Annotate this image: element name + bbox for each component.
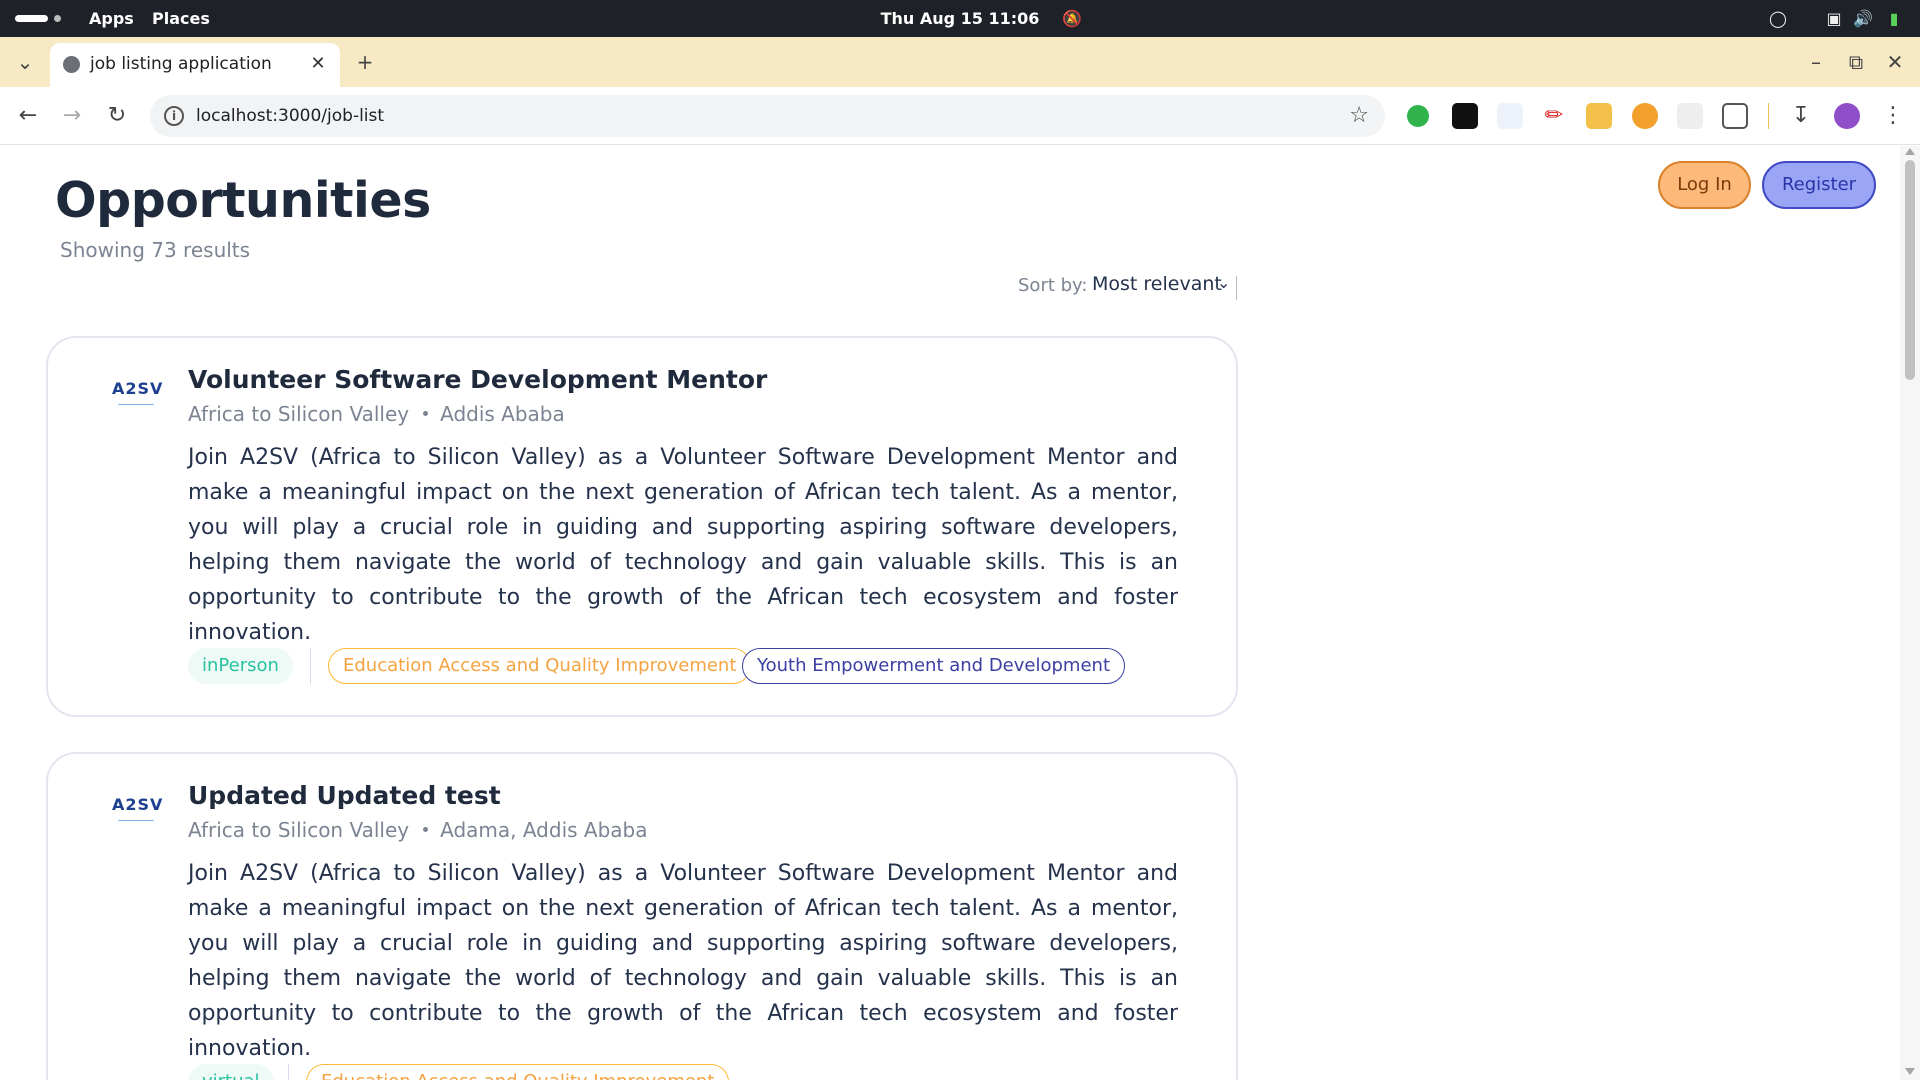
job-title[interactable]: Updated Updated test [188, 781, 501, 810]
extension-highlighter-icon[interactable] [1586, 103, 1612, 129]
job-location: Addis Ababa [440, 402, 565, 426]
site-info-icon[interactable]: i [164, 106, 184, 126]
url-text[interactable]: localhost:3000/job-list [196, 95, 384, 137]
company-name: Africa to Silicon Valley [188, 402, 410, 426]
extension-clock-icon[interactable] [1632, 103, 1658, 129]
job-title[interactable]: Volunteer Software Development Mentor [188, 365, 767, 394]
logo-underline [118, 820, 154, 821]
address-bar[interactable]: i localhost:3000/job-list ☆ [150, 95, 1385, 137]
extension-plus-icon[interactable] [1407, 105, 1429, 127]
category-tag: Youth Empowerment and Development [742, 648, 1125, 684]
scroll-down-icon[interactable] [1905, 1068, 1915, 1075]
tab-title: job listing application [90, 54, 272, 74]
download-icon[interactable]: ↧ [1787, 102, 1815, 130]
extension-gray-icon[interactable] [1677, 103, 1703, 129]
bookmark-star-icon[interactable]: ☆ [1349, 103, 1369, 129]
logo-underline [118, 404, 154, 405]
forward-icon[interactable]: → [58, 102, 86, 130]
extensions-puzzle-icon[interactable] [1722, 103, 1748, 129]
job-description: Join A2SV (Africa to Silicon Valley) as … [188, 445, 1178, 645]
browser-tab[interactable]: job listing application ✕ [50, 43, 340, 87]
new-tab-icon[interactable]: + [352, 49, 378, 75]
browser-menu-icon[interactable]: ⋮ [1879, 102, 1907, 130]
minimize-icon[interactable]: – [1803, 49, 1829, 75]
browser-toolbar: ← → ↻ i localhost:3000/job-list ☆ ✏ ↧ ⋮ [0, 87, 1920, 145]
maximize-icon[interactable]: ⧉ [1843, 49, 1869, 75]
register-button[interactable]: Register [1762, 161, 1876, 209]
sort-label: Sort by: [1018, 275, 1088, 296]
job-meta: Africa to Silicon Valley Addis Ababa [188, 402, 565, 426]
scrollbar-thumb[interactable] [1905, 160, 1915, 380]
job-location: Adama, Addis Ababa [440, 818, 648, 842]
job-card[interactable]: A2SV Volunteer Software Development Ment… [46, 336, 1238, 717]
activities-indicator[interactable] [15, 15, 48, 22]
company-name: Africa to Silicon Valley [188, 818, 410, 842]
screen-icon[interactable]: ▣ [1824, 9, 1844, 29]
back-icon[interactable]: ← [14, 102, 42, 130]
scroll-up-icon[interactable] [1905, 148, 1915, 155]
globe-icon [63, 56, 80, 73]
sort-select[interactable]: Most relevant [1092, 273, 1222, 295]
page-title: Opportunities [55, 172, 431, 229]
close-tab-icon[interactable]: ✕ [306, 52, 330, 76]
result-count: Showing 73 results [60, 238, 251, 262]
profile-avatar[interactable] [1834, 103, 1860, 129]
company-logo: A2SV [112, 795, 164, 814]
chevron-down-icon[interactable]: ⌄ [1217, 273, 1230, 292]
accessibility-icon[interactable]: ◯ [1768, 9, 1788, 29]
notifications-muted-icon: 🔕 [1062, 9, 1082, 28]
system-top-bar: Apps Places Thu Aug 15 11:06 PM 🔕 ◯ ▣ 🔊 … [0, 0, 1920, 65]
page-content: Opportunities Showing 73 results Log In … [0, 146, 1900, 1080]
tag-divider [310, 648, 311, 684]
category-tag: Education Access and Quality Improvement [306, 1064, 730, 1080]
meta-separator [423, 411, 429, 416]
toolbar-divider [1768, 103, 1769, 129]
volume-icon[interactable]: 🔊 [1853, 9, 1873, 29]
sort-divider [1236, 276, 1237, 300]
tag-divider [288, 1064, 289, 1080]
places-menu[interactable]: Places [152, 0, 210, 37]
category-tag: Education Access and Quality Improvement [328, 648, 752, 684]
job-card[interactable]: A2SV Updated Updated test Africa to Sili… [46, 752, 1238, 1080]
close-window-icon[interactable]: ✕ [1882, 49, 1908, 75]
extension-pen-icon[interactable]: ✏ [1541, 103, 1567, 129]
browser-tab-strip: ⌄ job listing application ✕ + – ⧉ ✕ [0, 37, 1920, 87]
reload-icon[interactable]: ↻ [103, 102, 131, 130]
work-mode-tag: virtual [188, 1064, 274, 1080]
meta-separator [423, 827, 429, 832]
extension-lh-icon[interactable] [1452, 103, 1478, 129]
workspace-dot [54, 15, 61, 22]
job-meta: Africa to Silicon Valley Adama, Addis Aba… [188, 818, 647, 842]
login-button[interactable]: Log In [1658, 161, 1751, 209]
company-logo: A2SV [112, 379, 164, 398]
extension-a2sv-icon[interactable] [1497, 103, 1523, 129]
page-scrollbar[interactable] [1900, 146, 1920, 1080]
tab-search-chevron-icon[interactable]: ⌄ [12, 49, 38, 75]
work-mode-tag: inPerson [188, 648, 293, 684]
apps-menu[interactable]: Apps [89, 0, 134, 37]
battery-icon[interactable]: ▮ [1884, 9, 1904, 29]
job-description: Join A2SV (Africa to Silicon Valley) as … [188, 861, 1178, 1061]
